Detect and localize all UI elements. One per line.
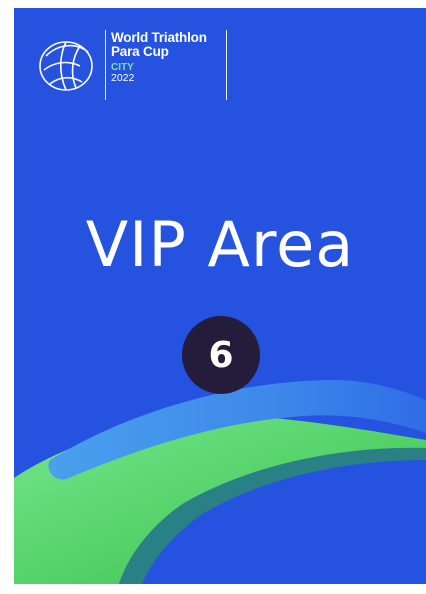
area-title: VIP Area bbox=[85, 208, 355, 281]
logo-text: World Triathlon Para Cup CITY 2022 bbox=[111, 31, 207, 84]
vip-area-sign: World Triathlon Para Cup CITY 2022 VIP A… bbox=[14, 8, 426, 584]
area-number-badge: 6 bbox=[182, 316, 260, 394]
logo-title-line2: Para Cup bbox=[111, 44, 169, 59]
logo-divider-left bbox=[105, 30, 106, 100]
area-number: 6 bbox=[208, 334, 234, 376]
logo-divider-right bbox=[226, 30, 227, 100]
decorative-waves bbox=[14, 380, 426, 584]
logo-title-line1: World Triathlon bbox=[111, 30, 207, 45]
logo-year: 2022 bbox=[111, 72, 135, 84]
triathlon-logo-icon bbox=[39, 41, 93, 91]
